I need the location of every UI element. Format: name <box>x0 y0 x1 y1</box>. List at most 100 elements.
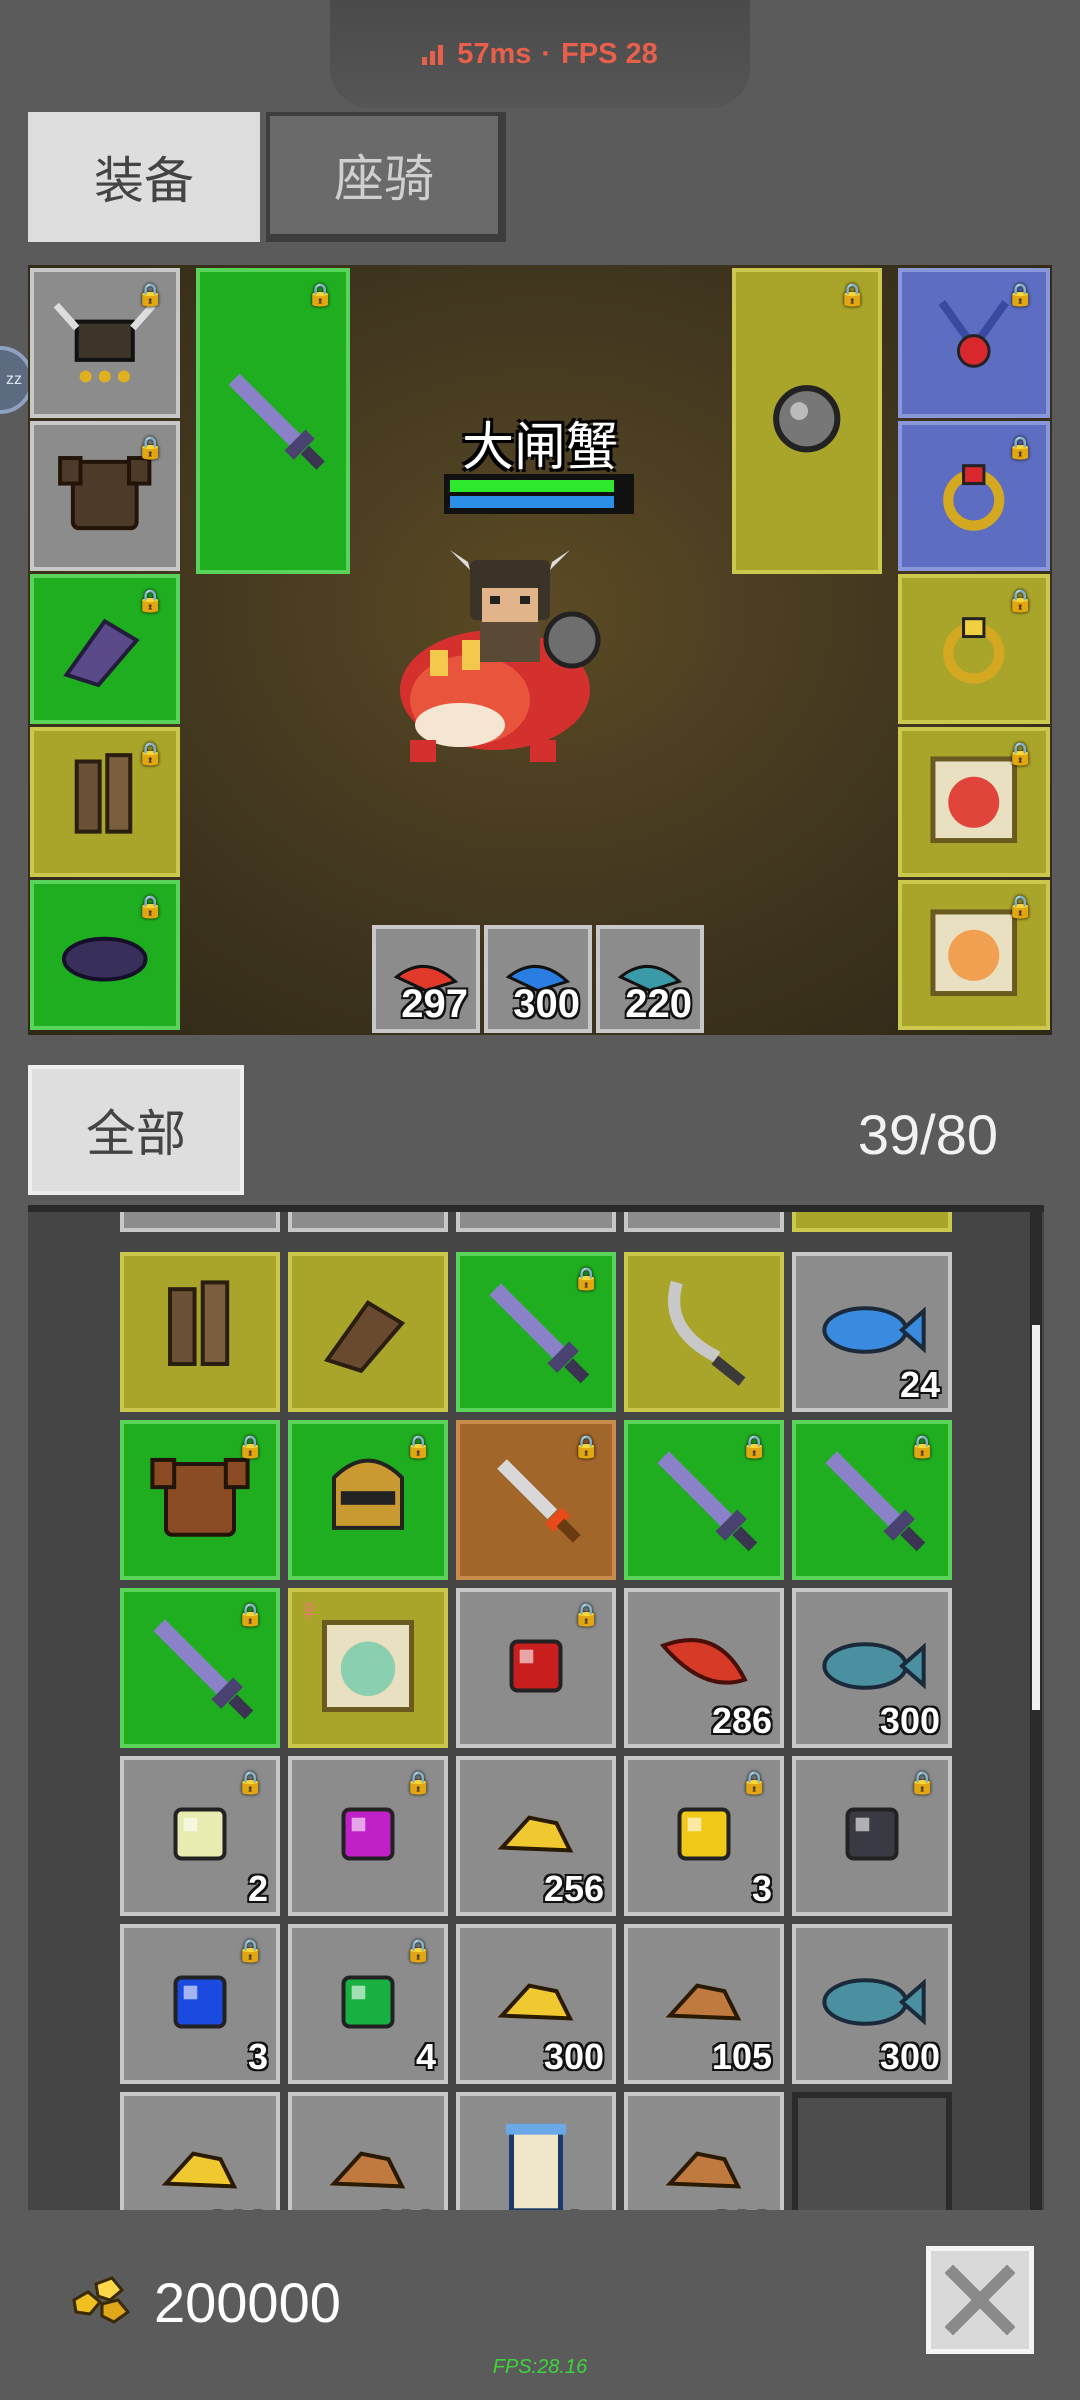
lock-icon: 🔒 <box>136 894 164 919</box>
inventory-slot-partial[interactable] <box>792 1212 952 1232</box>
lock-icon: 🔒 <box>236 1602 264 1627</box>
potion-slot[interactable]: 300 <box>484 925 592 1033</box>
equip-slot-left[interactable]: 🔒 <box>30 727 180 877</box>
potion-slot[interactable]: 220 <box>596 925 704 1033</box>
lock-icon: 🔒 <box>136 741 164 766</box>
equip-slot-right[interactable]: 🔒 <box>898 421 1050 571</box>
inventory-slot[interactable]: 300 <box>456 1924 616 2084</box>
equip-slot-left[interactable]: 🔒 <box>30 574 180 724</box>
inventory-slot[interactable]: 300 <box>624 2092 784 2210</box>
inventory-slot[interactable]: 300 <box>792 1924 952 2084</box>
potion-slot[interactable]: 297 <box>372 925 480 1033</box>
inventory-slot[interactable]: 🔒 <box>456 1252 616 1412</box>
equip-slot-left[interactable]: 🔒 <box>30 880 180 1030</box>
lock-icon: 🔒 <box>306 282 334 307</box>
item-quantity: 300 <box>513 982 580 1026</box>
inventory-slot[interactable]: 24 <box>792 1252 952 1412</box>
leather-glove-icon <box>300 1262 436 1403</box>
inventory-slot[interactable]: 🔒 3 <box>624 1756 784 1916</box>
inventory-slot[interactable] <box>288 1252 448 1412</box>
item-quantity: 105 <box>711 2036 772 2077</box>
lock-icon: 🔒 <box>136 588 164 613</box>
lock-icon: 🔒 <box>572 1602 600 1627</box>
equip-slot-right[interactable]: 🔒 <box>898 574 1050 724</box>
inventory-slot-partial[interactable] <box>456 1212 616 1232</box>
equip-slot-offhand[interactable]: 🔒 <box>732 268 882 574</box>
item-quantity: 65 <box>564 2204 604 2210</box>
inventory-slot[interactable]: 🔒 <box>288 1420 448 1580</box>
bag-capacity: 39/80 <box>857 1103 998 1166</box>
inventory-slot[interactable]: 256 <box>456 1756 616 1916</box>
inventory-slot[interactable]: 🔒 <box>288 1756 448 1916</box>
item-quantity: 256 <box>543 1868 604 1909</box>
inventory-slot-partial[interactable] <box>624 1212 784 1232</box>
inventory-grid: 🔒24🔒🔒🔒🔒🔒🔒♀🔒286300🔒2🔒256🔒3🔒🔒3🔒43001053003… <box>28 1205 1044 2210</box>
fps-footer: FPS:28.16 <box>492 2356 588 2378</box>
item-quantity: 300 <box>543 2036 604 2077</box>
inventory-slot[interactable]: 🔒 <box>792 1420 952 1580</box>
inventory-slot[interactable]: 🔒 3 <box>120 1924 280 2084</box>
lock-icon: 🔒 <box>136 435 164 460</box>
lock-icon: 🔒 <box>740 1770 768 1795</box>
close-button[interactable] <box>926 2246 1034 2354</box>
lock-icon: 🔒 <box>572 1266 600 1291</box>
inventory-slot[interactable]: 🔒 2 <box>120 1756 280 1916</box>
inventory-slot[interactable]: 🔒 <box>456 1420 616 1580</box>
ping-text: 57ms <box>457 37 532 70</box>
inventory-slot[interactable]: 🔒 <box>624 1420 784 1580</box>
inventory-slot[interactable]: 🔒 4 <box>288 1924 448 2084</box>
inventory-slot[interactable]: 300 <box>120 2092 280 2210</box>
lock-icon: 🔒 <box>1006 588 1034 613</box>
inventory-slot[interactable]: 🔒 <box>120 1420 280 1580</box>
inventory-slot-empty[interactable] <box>792 2092 952 2210</box>
inventory-slot[interactable]: 🔒 <box>120 1588 280 1748</box>
equip-slot-left[interactable]: 🔒 <box>30 421 180 571</box>
lock-icon: 🔒 <box>838 282 866 307</box>
inventory-scrollbar-thumb[interactable] <box>1032 1325 1040 1710</box>
inventory-slot-partial[interactable] <box>120 1212 280 1232</box>
inventory-slot[interactable]: 65 <box>456 2092 616 2210</box>
filter-all-button[interactable]: 全部 <box>28 1065 244 1195</box>
equip-slot-right[interactable]: 🔒 <box>898 268 1050 418</box>
inventory-slot[interactable] <box>624 1252 784 1412</box>
hp-bar-fill <box>450 480 614 492</box>
item-quantity: 4 <box>415 2036 436 2077</box>
equip-slot-weapon[interactable]: 🔒 <box>196 268 350 574</box>
item-quantity: 300 <box>879 1700 940 1741</box>
fps-text: FPS 28 <box>561 37 658 70</box>
inventory-slot[interactable]: 🔒 <box>792 1756 952 1916</box>
item-quantity: 24 <box>899 1364 940 1405</box>
inventory-slot-partial[interactable] <box>288 1212 448 1232</box>
network-status: 57ms · FPS 28 <box>330 0 750 108</box>
tab-equipment[interactable]: 装备 <box>28 112 260 242</box>
tab-mount[interactable]: 座骑 <box>266 112 506 242</box>
item-quantity: 300 <box>208 2204 268 2210</box>
inventory-slot[interactable]: 300 <box>288 2092 448 2210</box>
inventory-slot[interactable] <box>120 1252 280 1412</box>
mp-bar-fill <box>450 496 614 508</box>
iron-shield-icon <box>743 355 871 488</box>
inventory-slot[interactable]: ♀ <box>288 1588 448 1748</box>
lock-icon: 🔒 <box>908 1434 936 1459</box>
lock-icon: 🔒 <box>908 1770 936 1795</box>
equip-slot-right[interactable]: 🔒 <box>898 727 1050 877</box>
scimitar-icon <box>636 1262 772 1403</box>
inventory-slot[interactable]: 105 <box>624 1924 784 2084</box>
item-quantity: 286 <box>711 1700 772 1741</box>
equip-slot-right[interactable]: 🔒 <box>898 880 1050 1030</box>
item-quantity: 300 <box>879 2036 940 2077</box>
scroll-icon <box>468 2102 604 2210</box>
leather-boots-icon <box>132 1262 268 1403</box>
lock-icon: 🔒 <box>236 1770 264 1795</box>
inventory-slot[interactable]: 🔒 <box>456 1588 616 1748</box>
lock-icon: 🔒 <box>136 282 164 307</box>
gold-ore-icon <box>132 2102 268 2211</box>
inventory-slot[interactable]: 286 <box>624 1588 784 1748</box>
signal-icon <box>422 43 444 65</box>
inventory-slot[interactable]: 300 <box>792 1588 952 1748</box>
equip-slot-left[interactable]: 🔒 <box>30 268 180 418</box>
lock-icon: 🔒 <box>1006 435 1034 460</box>
item-quantity: 3 <box>751 1868 772 1909</box>
lock-icon: 🔒 <box>404 1770 432 1795</box>
lock-icon: 🔒 <box>1006 894 1034 919</box>
